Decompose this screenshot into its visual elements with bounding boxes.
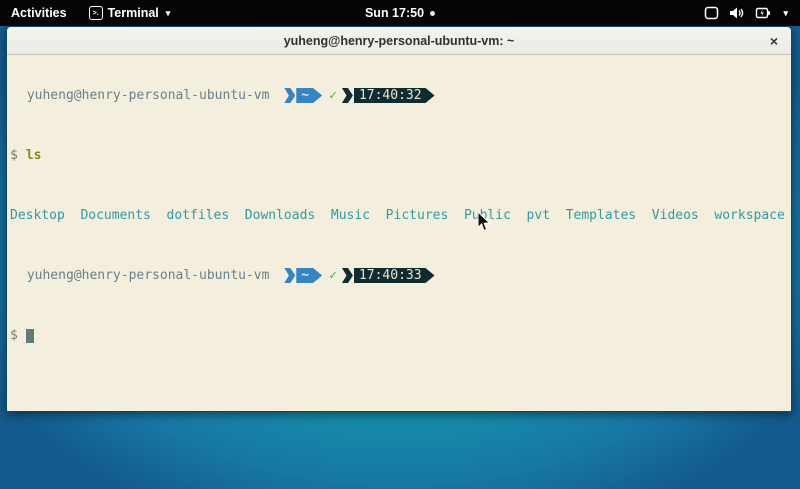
chevron-down-icon: ▾ bbox=[783, 8, 788, 19]
directory-list: Desktop Documents dotfiles Downloads Mus… bbox=[10, 208, 785, 223]
prompt-line-2: yuheng@henry-personal-ubuntu-vm ~ ✓ 17:4… bbox=[10, 268, 788, 283]
prompt-time: 17:40:32 bbox=[354, 88, 435, 103]
prompt-user: yuheng@henry-personal-ubuntu-vm bbox=[19, 88, 277, 103]
typed-command: ls bbox=[26, 148, 42, 163]
prompt-path: ~ bbox=[296, 268, 322, 283]
prompt-time: 17:40:33 bbox=[354, 268, 435, 283]
powerline-arrow-icon bbox=[284, 268, 295, 283]
terminal-window: yuheng@henry-personal-ubuntu-vm: ~ × yuh… bbox=[6, 26, 792, 412]
status-check-icon: ✓ bbox=[329, 268, 337, 283]
status-check-icon: ✓ bbox=[329, 88, 337, 103]
screen-icon bbox=[704, 6, 719, 20]
prompt-dollar: $ bbox=[10, 328, 18, 343]
window-title: yuheng@henry-personal-ubuntu-vm: ~ bbox=[284, 34, 515, 48]
prompt-dollar: $ bbox=[10, 148, 18, 163]
prompt-user: yuheng@henry-personal-ubuntu-vm bbox=[19, 268, 277, 283]
close-button[interactable]: × bbox=[765, 32, 783, 50]
activities-button[interactable]: Activities bbox=[0, 0, 78, 26]
terminal-icon: >. bbox=[89, 6, 103, 20]
chevron-down-icon: ▾ bbox=[166, 8, 171, 19]
command-line-1: $ ls bbox=[10, 148, 788, 163]
app-menu-label: Terminal bbox=[108, 6, 159, 20]
terminal-cursor bbox=[26, 329, 34, 343]
notification-dot-icon bbox=[430, 11, 435, 16]
volume-icon bbox=[729, 6, 745, 20]
window-titlebar[interactable]: yuheng@henry-personal-ubuntu-vm: ~ × bbox=[7, 27, 791, 55]
clock-button[interactable]: Sun 17:50 bbox=[365, 0, 435, 26]
terminal-content[interactable]: yuheng@henry-personal-ubuntu-vm ~ ✓ 17:4… bbox=[7, 55, 791, 411]
battery-charging-icon bbox=[755, 6, 771, 20]
powerline-arrow-icon bbox=[342, 268, 353, 283]
prompt-path: ~ bbox=[296, 88, 322, 103]
ls-output-line: Desktop Documents dotfiles Downloads Mus… bbox=[10, 208, 788, 223]
app-menu-button[interactable]: >. Terminal ▾ bbox=[78, 0, 182, 26]
powerline-arrow-icon bbox=[284, 88, 295, 103]
prompt-line-1: yuheng@henry-personal-ubuntu-vm ~ ✓ 17:4… bbox=[10, 88, 788, 103]
mouse-pointer-icon bbox=[477, 211, 491, 232]
top-bar: Activities >. Terminal ▾ Sun 17:50 ▾ bbox=[0, 0, 800, 26]
clock-label: Sun 17:50 bbox=[365, 6, 424, 20]
system-status-menu[interactable]: ▾ bbox=[692, 0, 800, 26]
command-line-2: $ bbox=[10, 328, 788, 343]
powerline-arrow-icon bbox=[342, 88, 353, 103]
